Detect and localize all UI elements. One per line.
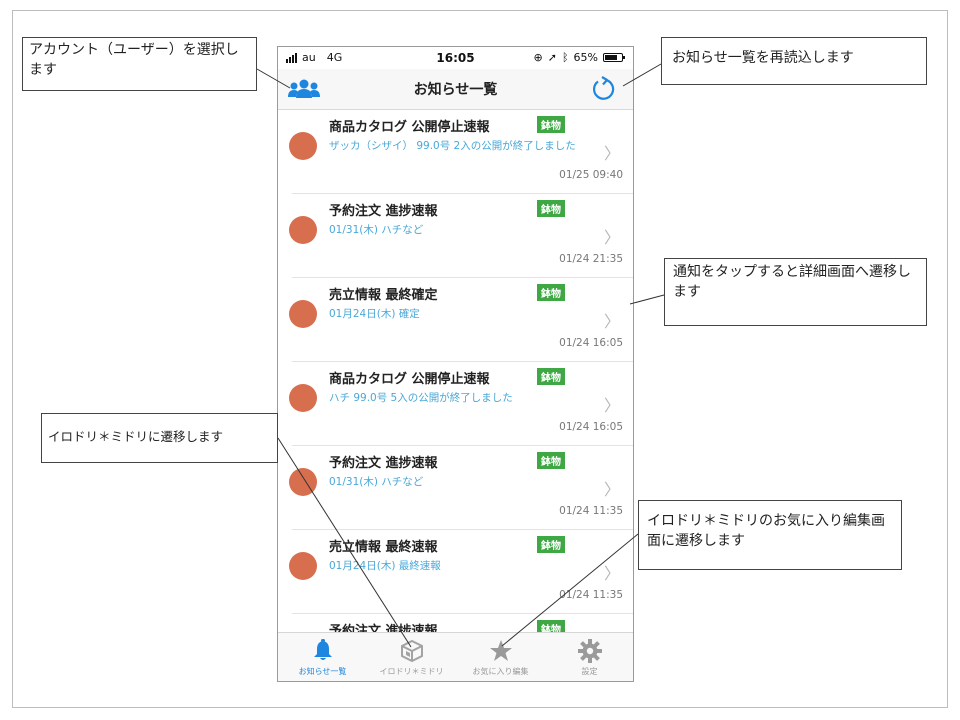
- connector-favorite: [501, 533, 639, 647]
- callout-connectors: [256, 63, 665, 648]
- callout-irodori: イロドリ＊ミドリに遷移します: [41, 413, 278, 463]
- connector-detail: [629, 294, 665, 305]
- connector-account: [256, 68, 291, 89]
- connector-reload: [622, 63, 662, 87]
- callout-reload: お知らせ一覧を再読込します: [661, 37, 927, 85]
- connector-irodori: [277, 437, 412, 648]
- callout-favorite: イロドリ＊ミドリのお気に入り編集画面に遷移します: [638, 500, 902, 570]
- callout-detail: 通知をタップすると詳細画面へ遷移します: [664, 258, 927, 326]
- callout-account-select: アカウント（ユーザー）を選択します: [22, 37, 257, 91]
